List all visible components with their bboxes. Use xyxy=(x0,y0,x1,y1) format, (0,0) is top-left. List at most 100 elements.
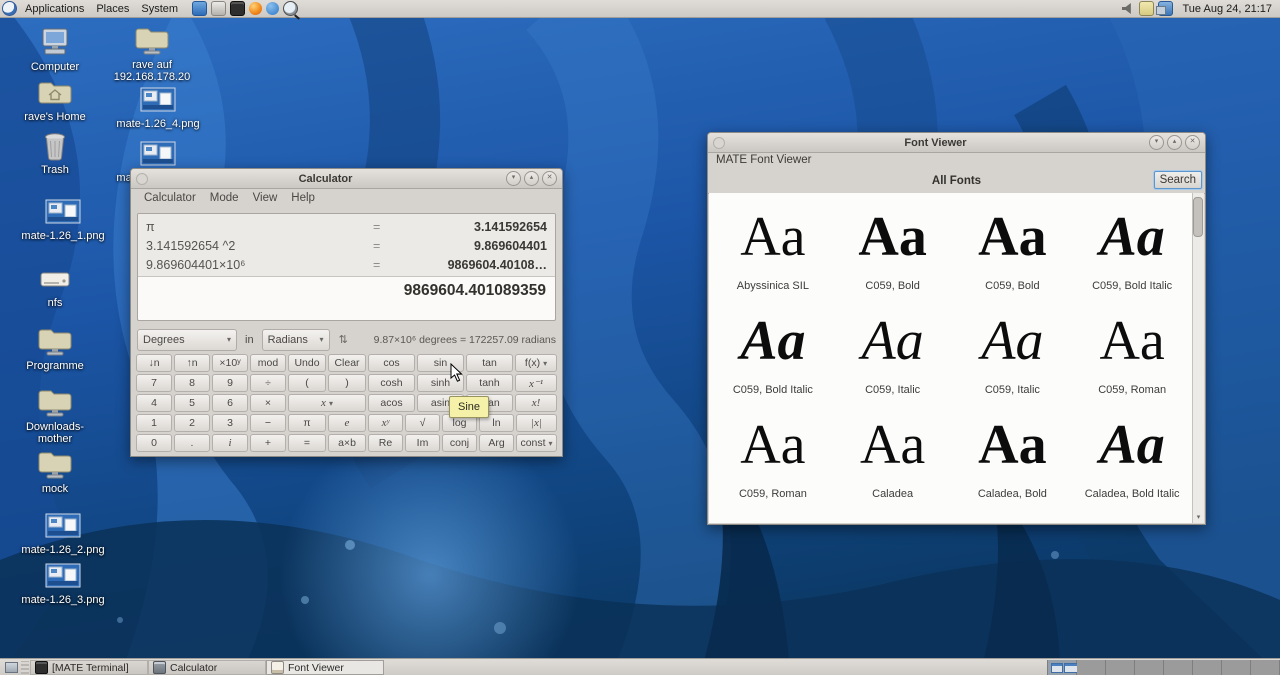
menu-places[interactable]: Places xyxy=(90,3,135,15)
key-[interactable]: × xyxy=(250,394,286,412)
workspace-1[interactable] xyxy=(1048,660,1077,675)
key-[interactable]: . xyxy=(174,434,210,452)
calc-menu-calculator[interactable]: Calculator xyxy=(137,192,203,204)
key-1[interactable]: 1 xyxy=(136,414,172,432)
key-tanh[interactable]: tanh xyxy=(466,374,513,392)
font-viewer-titlebar[interactable]: Font Viewer ▾ ▴ ✕ xyxy=(708,133,1205,153)
key-[interactable]: − xyxy=(250,414,286,432)
desktop-icon-mate-1-26-3-png[interactable]: mate-1.26_3.png xyxy=(15,561,111,606)
key-10[interactable]: ×10ʸ xyxy=(212,354,248,372)
key-x[interactable]: x⁻¹ xyxy=(515,374,557,392)
calc-menu-mode[interactable]: Mode xyxy=(203,192,246,204)
calc-menu-view[interactable]: View xyxy=(246,192,285,204)
desktop-icon-nfs[interactable]: nfs xyxy=(7,264,103,309)
file-manager-icon[interactable] xyxy=(211,1,226,16)
key-7[interactable]: 7 xyxy=(136,374,172,392)
workspace-4[interactable] xyxy=(1135,660,1164,675)
font-card[interactable]: AaCaladea, Bold Italic xyxy=(1072,407,1192,511)
key-tan[interactable]: tan xyxy=(466,354,513,372)
key-e[interactable]: e xyxy=(328,414,366,432)
key-n[interactable]: ↑n xyxy=(174,354,210,372)
swap-units-button[interactable]: ⇅ xyxy=(339,333,348,346)
thunderbird-icon[interactable] xyxy=(266,2,279,15)
workspace-7[interactable] xyxy=(1222,660,1251,675)
key-x[interactable]: |x| xyxy=(516,414,557,432)
history-row[interactable]: 3.141592654 ^2=9.869604401 xyxy=(138,236,555,255)
window-menu-icon[interactable] xyxy=(136,173,148,185)
desktop-icon-rave-auf-192-168-178-20[interactable]: rave auf 192.168.178.20 xyxy=(104,26,200,83)
workspace-5[interactable] xyxy=(1164,660,1193,675)
fedora-logo-icon[interactable] xyxy=(2,1,17,16)
history-row[interactable]: 9.869604401×10⁶=9869604.40108… xyxy=(138,255,555,274)
close-button[interactable]: ✕ xyxy=(542,171,557,186)
key-[interactable]: ) xyxy=(328,374,366,392)
key-re[interactable]: Re xyxy=(368,434,403,452)
close-button[interactable]: ✕ xyxy=(1185,135,1200,150)
window-menu-icon[interactable] xyxy=(713,137,725,149)
key-fx[interactable]: f(x)▾ xyxy=(515,354,557,372)
key-x[interactable]: x! xyxy=(515,394,557,412)
history-row[interactable]: π=3.141592654 xyxy=(138,217,555,236)
desktop-icon-rave-s-home[interactable]: rave's Home xyxy=(7,78,103,123)
menu-system[interactable]: System xyxy=(135,3,184,15)
firefox-icon[interactable] xyxy=(249,2,262,15)
terminal-launcher-icon[interactable] xyxy=(230,1,245,16)
unit-to-combobox[interactable]: Radians ▾ xyxy=(262,329,330,351)
key-x[interactable]: xʸ xyxy=(368,414,403,432)
key-undo[interactable]: Undo xyxy=(288,354,326,372)
key-[interactable]: π xyxy=(288,414,326,432)
display-icon[interactable] xyxy=(1139,1,1154,16)
font-card[interactable]: AaC059, Bold Italic xyxy=(713,303,833,407)
key-9[interactable]: 9 xyxy=(212,374,248,392)
remote-desktop-icon[interactable] xyxy=(192,1,207,16)
maximize-button[interactable]: ▴ xyxy=(1167,135,1182,150)
network-icon[interactable] xyxy=(1158,1,1173,16)
key-8[interactable]: 8 xyxy=(174,374,210,392)
key-ab[interactable]: a×b xyxy=(328,434,366,452)
task-button-terminal[interactable]: [MATE Terminal] xyxy=(30,660,148,675)
key-3[interactable]: 3 xyxy=(212,414,248,432)
key-[interactable]: ÷ xyxy=(250,374,286,392)
font-card[interactable]: AaC059, Bold xyxy=(833,199,953,303)
scroll-down-icon[interactable]: ▾ xyxy=(1194,513,1203,521)
font-card[interactable]: AaC059, Bold Italic xyxy=(1072,199,1192,303)
unit-from-combobox[interactable]: Degrees ▾ xyxy=(137,329,237,351)
desktop-icon-computer[interactable]: Computer xyxy=(7,28,103,73)
workspace-2[interactable] xyxy=(1077,660,1106,675)
font-card[interactable]: AaC059, Italic xyxy=(953,303,1073,407)
key-cosh[interactable]: cosh xyxy=(368,374,415,392)
key-5[interactable]: 5 xyxy=(174,394,210,412)
font-card[interactable]: AaAbyssinica SIL xyxy=(713,199,833,303)
desktop-icon-downloads-mother[interactable]: Downloads-mother xyxy=(7,388,103,445)
maximize-button[interactable]: ▴ xyxy=(524,171,539,186)
key-n[interactable]: ↓n xyxy=(136,354,172,372)
show-desktop-button[interactable] xyxy=(2,660,20,675)
key-x[interactable]: x▾ xyxy=(288,394,366,412)
key-6[interactable]: 6 xyxy=(212,394,248,412)
key-[interactable]: ( xyxy=(288,374,326,392)
key-im[interactable]: Im xyxy=(405,434,440,452)
key-clear[interactable]: Clear xyxy=(328,354,366,372)
minimize-button[interactable]: ▾ xyxy=(506,171,521,186)
key-0[interactable]: 0 xyxy=(136,434,172,452)
key-2[interactable]: 2 xyxy=(174,414,210,432)
key-conj[interactable]: conj xyxy=(442,434,477,452)
key-4[interactable]: 4 xyxy=(136,394,172,412)
key-[interactable]: + xyxy=(250,434,286,452)
desktop-icon-programme[interactable]: Programme xyxy=(7,327,103,372)
key-acos[interactable]: acos xyxy=(368,394,415,412)
task-button-fonts[interactable]: Font Viewer xyxy=(266,660,384,675)
task-button-calculator[interactable]: Calculator xyxy=(148,660,266,675)
desktop-icon-mock[interactable]: mock xyxy=(7,450,103,495)
workspace-3[interactable] xyxy=(1106,660,1135,675)
key-arg[interactable]: Arg xyxy=(479,434,514,452)
volume-icon[interactable] xyxy=(1122,2,1135,15)
scrollbar-thumb[interactable] xyxy=(1193,197,1203,237)
font-card[interactable]: AaC059, Roman xyxy=(713,407,833,511)
screenshot-icon[interactable] xyxy=(283,1,298,16)
workspace-8[interactable] xyxy=(1251,660,1280,675)
font-card[interactable]: AaC059, Italic xyxy=(833,303,953,407)
calc-menu-help[interactable]: Help xyxy=(284,192,322,204)
panel-clock[interactable]: Tue Aug 24, 21:17 xyxy=(1175,3,1280,15)
key-const[interactable]: const▾ xyxy=(516,434,557,452)
